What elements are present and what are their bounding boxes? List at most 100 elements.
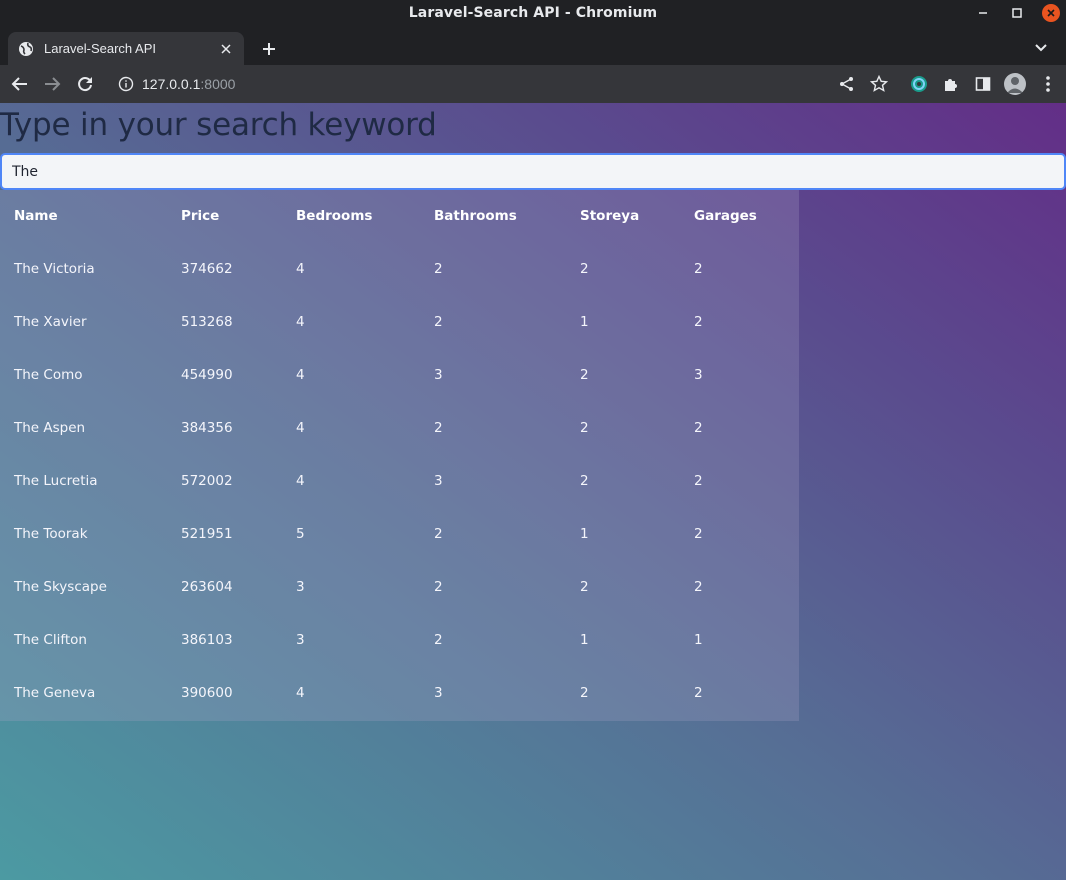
side-panel-button[interactable] (973, 74, 993, 94)
url-port: :8000 (200, 76, 236, 92)
cell-bedrooms: 4 (296, 366, 305, 383)
cell-garages: 3 (694, 366, 703, 383)
table-row: The Geneva 390600 4 3 2 2 (0, 666, 799, 719)
cell-storeys: 1 (580, 313, 589, 330)
cell-bedrooms: 4 (296, 419, 305, 436)
tab-laravel-search[interactable]: Laravel-Search API (8, 32, 244, 65)
header-bedrooms: Bedrooms (296, 208, 373, 224)
share-icon (840, 77, 853, 91)
cell-price: 572002 (181, 472, 233, 489)
reload-icon (78, 77, 92, 92)
table-row: The Lucretia 572002 4 3 2 2 (0, 454, 799, 507)
address-bar[interactable]: 127.0.0.1:8000 (108, 68, 828, 100)
kebab-menu-icon (1046, 76, 1050, 92)
cell-storeys: 2 (580, 684, 589, 701)
cell-price: 386103 (181, 631, 233, 648)
cell-price: 384356 (181, 419, 233, 436)
cell-name: The Como (14, 366, 83, 383)
back-button[interactable] (10, 74, 30, 94)
cell-bedrooms: 5 (296, 525, 305, 542)
cell-garages: 2 (694, 260, 703, 277)
header-name: Name (14, 208, 58, 224)
profile-avatar-icon (1007, 77, 1023, 93)
cell-bathrooms: 3 (434, 472, 443, 489)
cell-bathrooms: 2 (434, 578, 443, 595)
extension-app-icon (911, 76, 927, 92)
star-icon (870, 75, 888, 92)
cell-name: The Xavier (14, 313, 87, 330)
minimize-icon (979, 12, 987, 14)
cell-bedrooms: 3 (296, 631, 305, 648)
new-tab-button[interactable] (258, 38, 280, 60)
window-title: Laravel-Search API - Chromium (408, 5, 658, 21)
profile-avatar[interactable] (1004, 73, 1026, 95)
table-row: The Como 454990 4 3 2 3 (0, 348, 799, 401)
cell-name: The Lucretia (14, 472, 98, 489)
close-icon (221, 43, 231, 54)
cell-name: The Skyscape (14, 578, 107, 595)
tab-close-button[interactable] (218, 41, 234, 57)
page-content: Type in your search keyword Name Price B… (0, 103, 1066, 880)
cell-bedrooms: 3 (296, 578, 305, 595)
cell-garages: 2 (694, 472, 703, 489)
reload-button[interactable] (75, 74, 95, 94)
close-icon (1047, 9, 1055, 17)
cell-bathrooms: 2 (434, 631, 443, 648)
cell-garages: 2 (694, 313, 703, 330)
window-controls (974, 0, 1060, 26)
page-heading: Type in your search keyword (0, 107, 437, 143)
cell-storeys: 2 (580, 366, 589, 383)
forward-button[interactable] (42, 74, 62, 94)
cell-price: 374662 (181, 260, 233, 277)
browser-toolbar: 127.0.0.1:8000 (0, 65, 1066, 103)
puzzle-icon (945, 79, 957, 91)
table-row: The Toorak 521951 5 2 1 2 (0, 507, 799, 560)
cell-storeys: 2 (580, 260, 589, 277)
cell-garages: 2 (694, 684, 703, 701)
search-input[interactable] (0, 153, 1066, 190)
header-storeys: Storeya (580, 208, 640, 224)
cell-bathrooms: 2 (434, 313, 443, 330)
arrow-left-icon (11, 77, 27, 91)
bookmark-button[interactable] (869, 74, 889, 94)
cell-garages: 1 (694, 631, 703, 648)
tab-search-button[interactable] (1032, 39, 1050, 57)
cell-name: The Toorak (14, 525, 88, 542)
cell-bedrooms: 4 (296, 313, 305, 330)
cell-price: 454990 (181, 366, 233, 383)
share-button[interactable] (837, 74, 857, 94)
table-row: The Victoria 374662 4 2 2 2 (0, 242, 799, 295)
window-titlebar: Laravel-Search API - Chromium (0, 0, 1066, 26)
results-table: Name Price Bedrooms Bathrooms Storeya Ga… (0, 190, 799, 719)
header-price: Price (181, 208, 220, 224)
cell-storeys: 1 (580, 631, 589, 648)
cell-garages: 2 (694, 578, 703, 595)
cell-bedrooms: 4 (296, 260, 305, 277)
menu-button[interactable] (1038, 74, 1058, 94)
maximize-button[interactable] (1008, 4, 1026, 22)
globe-icon (19, 41, 33, 56)
minimize-button[interactable] (974, 4, 992, 22)
cell-price: 513268 (181, 313, 233, 330)
cell-garages: 2 (694, 525, 703, 542)
table-row: The Aspen 384356 4 2 2 2 (0, 401, 799, 454)
cell-bedrooms: 4 (296, 472, 305, 489)
cell-storeys: 2 (580, 472, 589, 489)
cell-storeys: 2 (580, 578, 589, 595)
chevron-down-icon (1035, 44, 1047, 52)
table-row: The Xavier 513268 4 2 1 2 (0, 295, 799, 348)
table-header-row: Name Price Bedrooms Bathrooms Storeya Ga… (0, 190, 799, 242)
table-row: The Clifton 386103 3 2 1 1 (0, 613, 799, 666)
extensions-button[interactable] (941, 74, 961, 94)
cell-bedrooms: 4 (296, 684, 305, 701)
url-host: 127.0.0.1 (142, 76, 201, 92)
cell-price: 263604 (181, 578, 233, 595)
plus-icon (263, 43, 275, 55)
close-window-button[interactable] (1042, 4, 1060, 22)
cell-name: The Aspen (14, 419, 86, 436)
cell-name: The Victoria (14, 260, 95, 277)
info-icon[interactable] (118, 76, 134, 92)
table-row: The Skyscape 263604 3 2 2 2 (0, 560, 799, 613)
maximize-icon (1012, 8, 1022, 18)
extension-app-button[interactable] (909, 74, 929, 94)
